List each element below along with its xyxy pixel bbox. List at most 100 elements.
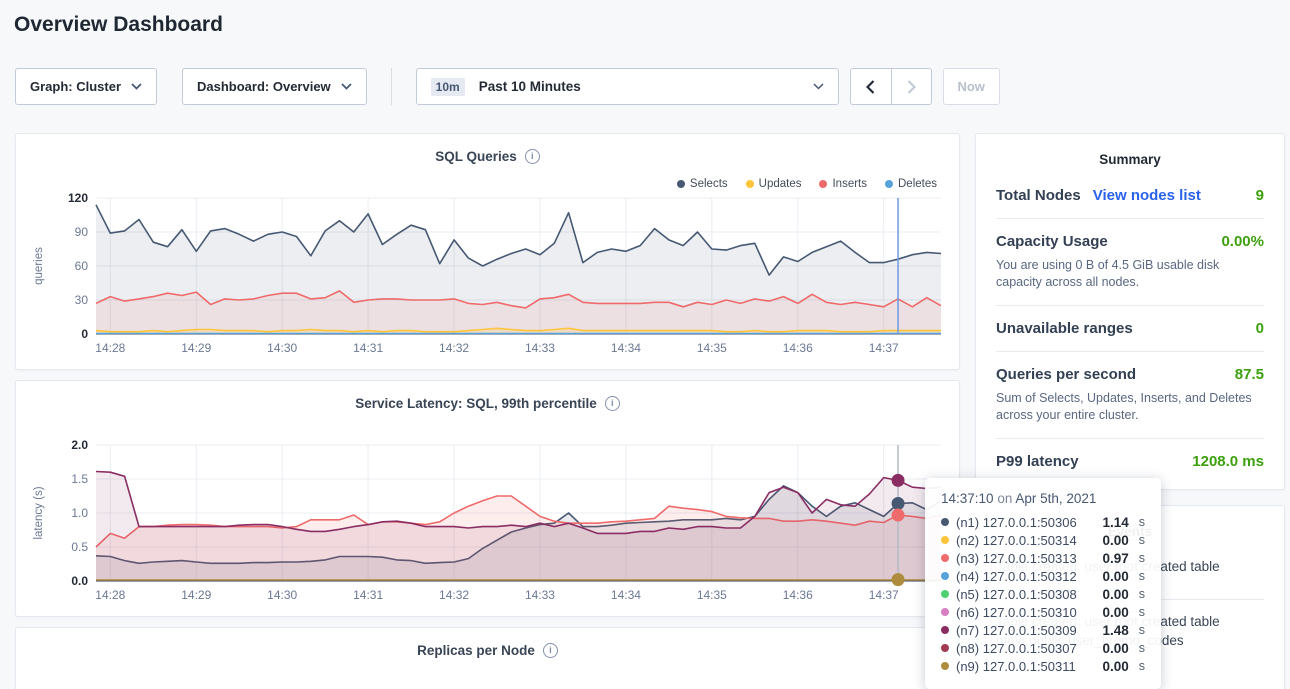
legend-item-updates[interactable]: Updates	[746, 178, 802, 190]
tooltip-node-label: (n2) 127.0.0.1:50314	[956, 533, 1095, 548]
time-range-label: Past 10 Minutes	[479, 79, 581, 94]
legend-dot-icon	[677, 180, 685, 188]
tooltip-node-label: (n7) 127.0.0.1:50309	[956, 623, 1095, 638]
tooltip-node-label: (n8) 127.0.0.1:50307	[956, 641, 1095, 656]
chart-title: Replicas per Node	[417, 643, 535, 658]
dashboard-controls: Graph: Cluster Dashboard: Overview 10m P…	[15, 68, 1000, 105]
tooltip-node-unit: s	[1139, 623, 1145, 637]
svg-text:14:34: 14:34	[611, 588, 641, 602]
legend-label: Updates	[759, 178, 802, 190]
tooltip-node-value: 0.00	[1102, 533, 1128, 548]
summary-row-label: P99 latency	[996, 453, 1079, 470]
node-color-dot-icon	[941, 554, 949, 562]
tooltip-time: 14:37:10	[941, 491, 994, 506]
tooltip-node-unit: s	[1139, 641, 1145, 655]
legend-item-deletes[interactable]: Deletes	[885, 178, 937, 190]
tooltip-node-label: (n1) 127.0.0.1:50306	[956, 515, 1095, 530]
tooltip-node-label: (n3) 127.0.0.1:50313	[956, 551, 1095, 566]
tooltip-node-unit: s	[1139, 551, 1145, 565]
svg-text:14:33: 14:33	[525, 588, 555, 602]
legend-label: Deletes	[898, 178, 937, 190]
svg-text:14:28: 14:28	[95, 588, 125, 602]
svg-text:latency (s): latency (s)	[33, 486, 45, 539]
tooltip-node-value: 1.14	[1102, 515, 1128, 530]
legend-label: Selects	[690, 178, 728, 190]
time-range-dropdown[interactable]: 10m Past 10 Minutes	[416, 68, 839, 105]
summary-row: Capacity Usage0.00%You are using 0 B of …	[996, 218, 1264, 305]
svg-text:14:32: 14:32	[439, 341, 469, 355]
dashboard-selector-label: Dashboard: Overview	[197, 79, 331, 94]
svg-text:30: 30	[75, 293, 89, 307]
tooltip-node-value: 0.00	[1102, 605, 1128, 620]
tooltip-date: Apr 5th, 2021	[1015, 491, 1096, 506]
view-nodes-list-link[interactable]: View nodes list	[1093, 187, 1201, 204]
svg-text:60: 60	[75, 259, 89, 273]
node-color-dot-icon	[941, 572, 949, 580]
svg-text:14:30: 14:30	[267, 341, 297, 355]
service-latency-chart[interactable]: 14:2814:2914:3014:3114:3214:3314:3414:35…	[26, 437, 951, 609]
time-prev-button[interactable]	[851, 69, 891, 104]
now-button[interactable]: Now	[943, 68, 1000, 105]
tooltip-node-unit: s	[1139, 587, 1145, 601]
dashboard-selector-dropdown[interactable]: Dashboard: Overview	[182, 68, 367, 105]
svg-text:14:37: 14:37	[869, 588, 899, 602]
svg-text:14:36: 14:36	[783, 588, 813, 602]
summary-row-value: 9	[1256, 187, 1264, 204]
time-nav-group	[850, 68, 932, 105]
tooltip-node-value: 0.00	[1102, 659, 1128, 674]
chart-tooltip: 14:37:10 on Apr 5th, 2021 (n1) 127.0.0.1…	[925, 478, 1161, 689]
svg-text:14:28: 14:28	[95, 341, 125, 355]
legend-dot-icon	[819, 180, 827, 188]
svg-text:14:34: 14:34	[611, 341, 641, 355]
tooltip-node-unit: s	[1139, 533, 1145, 547]
tooltip-node-row: (n9) 127.0.0.1:503110.00s	[941, 657, 1145, 675]
svg-text:120: 120	[68, 191, 88, 205]
summary-row-label: Capacity Usage	[996, 233, 1108, 250]
node-color-dot-icon	[941, 626, 949, 634]
tooltip-node-unit: s	[1139, 515, 1145, 529]
legend-dot-icon	[885, 180, 893, 188]
legend-label: Inserts	[832, 178, 867, 190]
svg-text:14:33: 14:33	[525, 341, 555, 355]
svg-text:1.5: 1.5	[71, 472, 88, 486]
svg-text:90: 90	[75, 225, 89, 239]
summary-row-value: 87.5	[1235, 366, 1264, 383]
tooltip-node-value: 0.97	[1102, 551, 1128, 566]
chevron-down-icon	[131, 83, 142, 90]
node-color-dot-icon	[941, 662, 949, 670]
tooltip-node-label: (n9) 127.0.0.1:50311	[956, 659, 1095, 674]
chart-title: SQL Queries	[435, 149, 517, 164]
tooltip-node-label: (n4) 127.0.0.1:50312	[956, 569, 1095, 584]
page-title: Overview Dashboard	[14, 13, 223, 37]
legend-item-selects[interactable]: Selects	[677, 178, 728, 190]
svg-text:2.0: 2.0	[71, 438, 88, 452]
sql-queries-chart[interactable]: 14:2814:2914:3014:3114:3214:3314:3414:35…	[26, 190, 951, 362]
graph-selector-label: Graph: Cluster	[30, 79, 121, 94]
graph-selector-dropdown[interactable]: Graph: Cluster	[15, 68, 157, 105]
svg-text:0: 0	[81, 327, 88, 341]
controls-divider	[391, 68, 392, 105]
legend-item-inserts[interactable]: Inserts	[819, 178, 867, 190]
svg-text:0.0: 0.0	[71, 574, 88, 588]
overview-dashboard-page: Overview Dashboard Graph: Cluster Dashbo…	[0, 0, 1290, 689]
tooltip-node-unit: s	[1139, 569, 1145, 583]
summary-row-value: 1208.0 ms	[1192, 453, 1264, 470]
svg-text:14:35: 14:35	[697, 341, 727, 355]
summary-row: Queries per second87.5Sum of Selects, Up…	[996, 351, 1264, 438]
sql-queries-card: SQL Queries i Selects Updates Inserts Delet…	[15, 133, 960, 370]
charts-column: SQL Queries i Selects Updates Inserts Delet…	[15, 133, 960, 689]
tooltip-node-row: (n3) 127.0.0.1:50313 0.97 s	[941, 549, 1145, 567]
summary-row-desc: Sum of Selects, Updates, Inserts, and De…	[996, 390, 1264, 424]
svg-text:14:37: 14:37	[869, 341, 899, 355]
info-icon[interactable]: i	[605, 396, 620, 411]
time-next-button[interactable]	[891, 69, 931, 104]
summary-panel: Summary Total NodesView nodes list9Capac…	[975, 133, 1285, 490]
svg-text:14:29: 14:29	[181, 588, 211, 602]
svg-text:queries: queries	[33, 247, 45, 285]
tooltip-node-label: (n6) 127.0.0.1:50310	[956, 605, 1095, 620]
chevron-right-icon	[907, 80, 916, 94]
node-color-dot-icon	[941, 590, 949, 598]
info-icon[interactable]: i	[525, 149, 540, 164]
info-icon[interactable]: i	[543, 643, 558, 658]
node-color-dot-icon	[941, 518, 949, 526]
